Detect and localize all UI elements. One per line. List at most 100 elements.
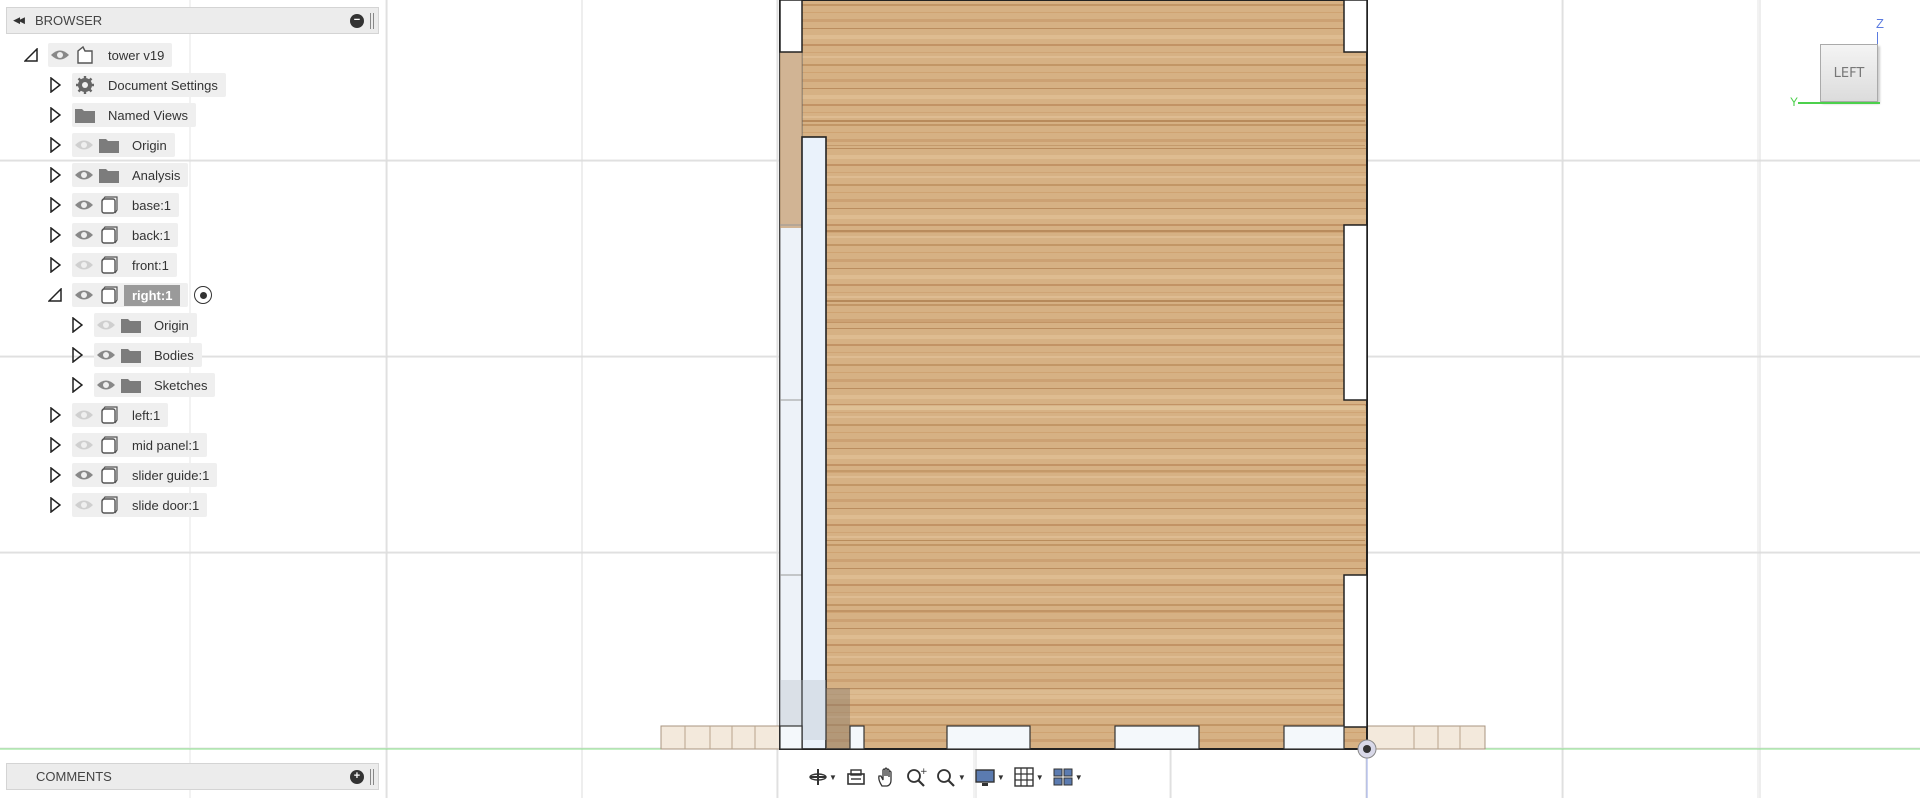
browser-item-body[interactable]: slide door:1 bbox=[72, 493, 208, 517]
browser-item-document-settings[interactable]: Document Settings bbox=[46, 72, 226, 98]
eye-icon[interactable] bbox=[94, 343, 118, 367]
expanded-triangle-icon[interactable] bbox=[46, 286, 64, 304]
browser-item-body[interactable]: mid panel:1 bbox=[72, 433, 208, 457]
eye-icon[interactable] bbox=[94, 373, 118, 397]
browser-item-origin[interactable]: Origin bbox=[46, 132, 175, 158]
chevron-down-icon[interactable]: ▼ bbox=[958, 773, 966, 782]
zoom-tool[interactable]: + bbox=[903, 764, 929, 790]
browser-item-body[interactable]: base:1 bbox=[72, 193, 180, 217]
panel-grip-handle[interactable] bbox=[370, 12, 374, 29]
svg-text:+: + bbox=[920, 767, 927, 777]
browser-item-analysis[interactable]: Analysis bbox=[46, 162, 189, 188]
browser-item-sketches[interactable]: Sketches bbox=[68, 372, 216, 398]
zoom-icon: + bbox=[907, 767, 927, 787]
browser-item-slide-door-1[interactable]: slide door:1 bbox=[46, 492, 208, 518]
browser-item-body[interactable]: left:1 bbox=[72, 403, 169, 427]
collapsed-triangle-icon[interactable] bbox=[46, 136, 64, 154]
eye-icon[interactable] bbox=[72, 433, 96, 457]
browser-item-body[interactable]: tower v19 bbox=[48, 43, 173, 67]
browser-item-right-1[interactable]: right:1 bbox=[46, 282, 213, 308]
collapsed-triangle-icon[interactable] bbox=[46, 166, 64, 184]
collapsed-triangle-icon[interactable] bbox=[46, 466, 64, 484]
eye-icon[interactable] bbox=[72, 163, 96, 187]
collapsed-triangle-icon[interactable] bbox=[46, 196, 64, 214]
browser-item-origin[interactable]: Origin bbox=[68, 312, 197, 338]
panel-grip-handle[interactable] bbox=[370, 768, 374, 785]
collapsed-triangle-icon[interactable] bbox=[46, 436, 64, 454]
look-at-tool[interactable] bbox=[843, 764, 869, 790]
chevron-down-icon[interactable]: ▼ bbox=[1036, 773, 1044, 782]
browser-item-body[interactable]: Document Settings bbox=[72, 73, 226, 97]
grid-settings-icon bbox=[1014, 767, 1034, 787]
viewports-tool[interactable]: ▼ bbox=[1050, 764, 1085, 790]
browser-panel-header[interactable]: ◀◀ BROWSER − bbox=[6, 7, 379, 34]
browser-item-body[interactable]: Origin bbox=[72, 133, 175, 157]
collapsed-triangle-icon[interactable] bbox=[46, 76, 64, 94]
double-chevron-left-icon[interactable]: ◀◀ bbox=[7, 15, 29, 26]
bottom-tab bbox=[849, 725, 865, 750]
comments-panel-header[interactable]: COMMENTS + bbox=[6, 763, 379, 790]
fit-icon bbox=[937, 769, 955, 787]
eye-icon[interactable] bbox=[72, 253, 96, 277]
display-settings-tool[interactable]: ▼ bbox=[972, 764, 1007, 790]
browser-item-left-1[interactable]: left:1 bbox=[46, 402, 169, 428]
browser-item-body[interactable]: right:1 bbox=[72, 283, 189, 307]
expanded-triangle-icon[interactable] bbox=[22, 46, 40, 64]
browser-item-named-views[interactable]: Named Views bbox=[46, 102, 196, 128]
3d-viewport[interactable]: Z LEFT Y ◀◀ BROWSER − tower v19 Document … bbox=[0, 0, 1920, 798]
browser-item-back-1[interactable]: back:1 bbox=[46, 222, 179, 248]
chevron-down-icon[interactable]: ▼ bbox=[997, 773, 1005, 782]
browser-item-body[interactable]: Named Views bbox=[72, 103, 196, 127]
activate-radio-icon[interactable] bbox=[194, 286, 213, 304]
grid-settings-tool[interactable]: ▼ bbox=[1011, 764, 1046, 790]
origin-marker-dot bbox=[1363, 745, 1371, 753]
browser-item-body[interactable]: slider guide:1 bbox=[72, 463, 218, 487]
browser-item-label: front:1 bbox=[132, 257, 169, 273]
comments-title: COMMENTS bbox=[36, 769, 112, 784]
eye-icon[interactable] bbox=[94, 313, 118, 337]
browser-item-body[interactable]: back:1 bbox=[72, 223, 179, 247]
browser-item-mid-panel-1[interactable]: mid panel:1 bbox=[46, 432, 208, 458]
eye-icon[interactable] bbox=[72, 283, 96, 307]
collapsed-triangle-icon[interactable] bbox=[46, 106, 64, 124]
component-box-icon bbox=[96, 283, 122, 307]
browser-item-body[interactable]: Origin bbox=[94, 313, 197, 337]
browser-item-base-1[interactable]: base:1 bbox=[46, 192, 180, 218]
collapsed-triangle-icon[interactable] bbox=[46, 496, 64, 514]
browser-item-front-1[interactable]: front:1 bbox=[46, 252, 177, 278]
wood-grain bbox=[782, 300, 1365, 302]
chevron-down-icon[interactable]: ▼ bbox=[829, 773, 837, 782]
eye-icon[interactable] bbox=[48, 43, 72, 67]
view-cube[interactable]: Z LEFT Y bbox=[1790, 16, 1890, 116]
chevron-down-icon[interactable]: ▼ bbox=[1075, 773, 1083, 782]
collapsed-triangle-icon[interactable] bbox=[46, 256, 64, 274]
browser-item-body[interactable]: front:1 bbox=[72, 253, 177, 277]
component-box-icon bbox=[96, 223, 122, 247]
orbit-tool[interactable]: ▼ bbox=[806, 764, 839, 790]
fit-tool[interactable]: ▼ bbox=[933, 764, 968, 790]
collapsed-triangle-icon[interactable] bbox=[68, 376, 86, 394]
eye-icon[interactable] bbox=[72, 193, 96, 217]
pan-tool[interactable] bbox=[873, 764, 899, 790]
bottom-tab bbox=[779, 725, 803, 750]
plus-circle-icon[interactable]: + bbox=[350, 769, 364, 784]
minus-circle-icon[interactable]: − bbox=[350, 13, 364, 28]
browser-item-body[interactable]: Sketches bbox=[94, 373, 216, 397]
view-cube-left-face[interactable]: LEFT bbox=[1820, 44, 1878, 102]
browser-item-slider-guide-1[interactable]: slider guide:1 bbox=[46, 462, 218, 488]
collapsed-triangle-icon[interactable] bbox=[46, 406, 64, 424]
collapsed-triangle-icon[interactable] bbox=[68, 346, 86, 364]
eye-icon[interactable] bbox=[72, 223, 96, 247]
collapsed-triangle-icon[interactable] bbox=[68, 316, 86, 334]
browser-item-tower-v19[interactable]: tower v19 bbox=[22, 42, 173, 68]
eye-icon[interactable] bbox=[72, 463, 96, 487]
eye-icon[interactable] bbox=[72, 403, 96, 427]
browser-item-body[interactable]: Bodies bbox=[94, 343, 202, 367]
browser-item-body[interactable]: Analysis bbox=[72, 163, 189, 187]
browser-item-bodies[interactable]: Bodies bbox=[68, 342, 202, 368]
eye-icon[interactable] bbox=[72, 133, 96, 157]
eye-icon[interactable] bbox=[72, 493, 96, 517]
collapsed-triangle-icon[interactable] bbox=[46, 226, 64, 244]
component-box-icon bbox=[96, 493, 122, 517]
browser-item-label: slide door:1 bbox=[132, 497, 200, 513]
